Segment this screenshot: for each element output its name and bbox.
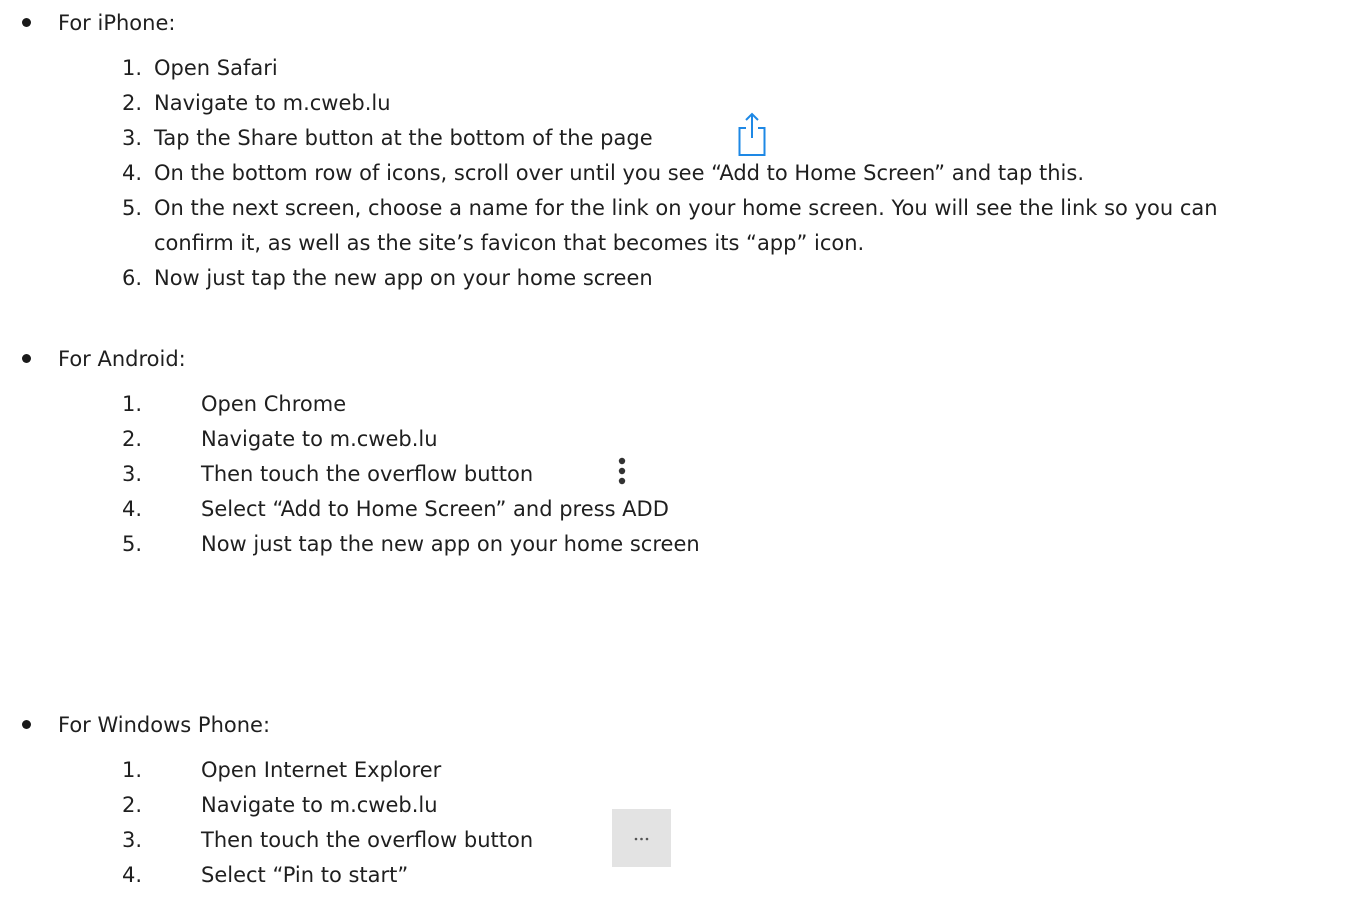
step-text: Navigate to m.cweb.lu	[201, 427, 438, 451]
step-number: 2.	[122, 91, 143, 115]
step-text: Open Internet Explorer	[201, 758, 442, 782]
section-heading: For Android:	[58, 347, 186, 371]
step-text: Then touch the overflow button	[201, 828, 534, 852]
step-text: Now just tap the new app on your home sc…	[154, 266, 653, 290]
step-text: Open Chrome	[201, 392, 347, 416]
bullet	[22, 720, 31, 729]
step-number: 4.	[122, 497, 143, 521]
section-heading: For Windows Phone:	[58, 713, 271, 737]
step-number: 1.	[122, 392, 143, 416]
step-number: 3.	[122, 126, 143, 150]
step-text: Tap the Share button at the bottom of th…	[154, 126, 653, 150]
step-number: 5.	[122, 196, 143, 220]
bullet	[22, 18, 31, 27]
horizontal-dots-icon	[612, 809, 671, 867]
step-text: Select “Add to Home Screen” and press AD…	[201, 497, 669, 521]
step-number: 4.	[122, 161, 143, 185]
step-text-continuation: confirm it, as well as the site’s favico…	[154, 231, 865, 255]
step-text: Open Safari	[154, 56, 278, 80]
step-number: 3.	[122, 828, 143, 852]
step-number: 2.	[122, 427, 143, 451]
share-icon	[738, 112, 766, 156]
vertical-dots-icon	[618, 457, 626, 485]
step-text: Select “Pin to start”	[201, 863, 409, 887]
step-text: Navigate to m.cweb.lu	[154, 91, 391, 115]
step-text: On the next screen, choose a name for th…	[154, 196, 1218, 220]
step-number: 1.	[122, 758, 143, 782]
step-text: On the bottom row of icons, scroll over …	[154, 161, 1085, 185]
step-text: Navigate to m.cweb.lu	[201, 793, 438, 817]
step-number: 2.	[122, 793, 143, 817]
section-heading: For iPhone:	[58, 11, 176, 35]
step-number: 6.	[122, 266, 143, 290]
step-text: Then touch the overflow button	[201, 462, 534, 486]
step-number: 4.	[122, 863, 143, 887]
step-number: 1.	[122, 56, 143, 80]
bullet	[22, 354, 31, 363]
step-number: 3.	[122, 462, 143, 486]
step-number: 5.	[122, 532, 143, 556]
step-text: Now just tap the new app on your home sc…	[201, 532, 700, 556]
